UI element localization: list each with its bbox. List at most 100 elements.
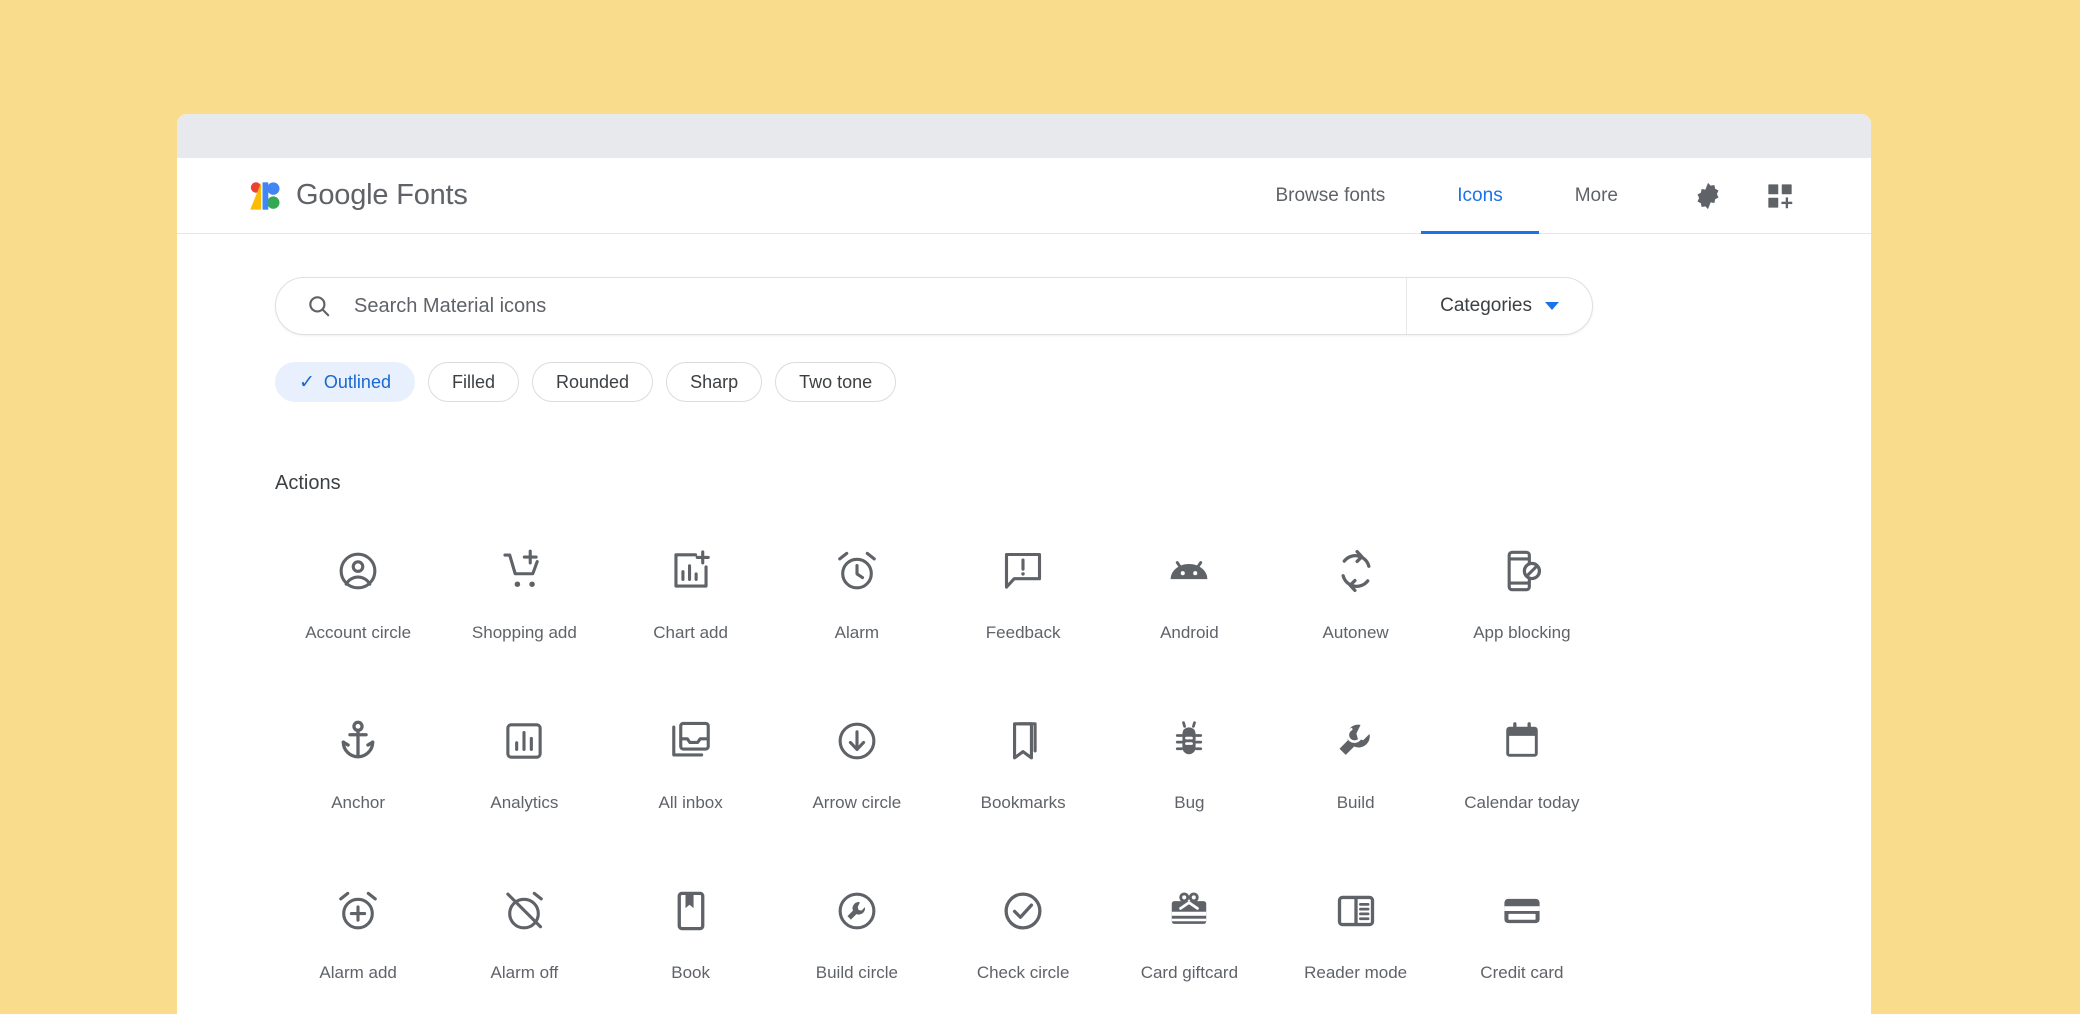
search-box[interactable] (276, 278, 1407, 334)
icon-label: Alarm (835, 623, 879, 643)
brand-google: Google (296, 179, 388, 211)
icon-label: Feedback (986, 623, 1061, 643)
icon-label: Reader mode (1304, 963, 1407, 983)
brand[interactable]: Google Fonts (249, 179, 468, 212)
alarm-add-icon (332, 885, 384, 937)
icon-label: Build circle (816, 963, 898, 983)
icon-cell[interactable]: Chart add (608, 523, 774, 693)
icon-label: All inbox (658, 793, 722, 813)
brand-fonts: Fonts (396, 179, 468, 211)
icon-cell[interactable]: Build circle (774, 863, 940, 1014)
anchor-icon (332, 715, 384, 767)
alarm-icon (831, 545, 883, 597)
chevron-down-icon (1545, 302, 1559, 310)
icon-cell[interactable]: Build (1273, 693, 1439, 863)
nav-more[interactable]: More (1539, 158, 1654, 234)
bug-icon (1163, 715, 1215, 767)
icon-label: Shopping add (472, 623, 577, 643)
chip-label: Filled (452, 372, 495, 393)
icon-cell[interactable]: Credit card (1439, 863, 1605, 1014)
icon-cell[interactable]: Bug (1106, 693, 1272, 863)
icon-cell[interactable]: Calendar today (1439, 693, 1605, 863)
site-header: Google Fonts Browse fonts Icons More (177, 158, 1871, 234)
icon-label: Bookmarks (981, 793, 1066, 813)
icon-cell[interactable]: Account circle (275, 523, 441, 693)
icon-label: Android (1160, 623, 1219, 643)
icon-label: Analytics (490, 793, 558, 813)
nav-icons[interactable]: Icons (1421, 158, 1538, 234)
all-inbox-icon (665, 715, 717, 767)
categories-dropdown[interactable]: Categories (1407, 278, 1592, 334)
icon-cell[interactable]: Analytics (441, 693, 607, 863)
icon-grid: Account circle Shopping add (275, 523, 1605, 1014)
credit-card-icon (1496, 885, 1548, 937)
nav-browse-fonts[interactable]: Browse fonts (1239, 158, 1421, 234)
reader-mode-icon (1330, 885, 1382, 937)
header-icon-group (1692, 180, 1796, 212)
browser-window: Google Fonts Browse fonts Icons More (177, 114, 1871, 1014)
icon-cell[interactable]: Alarm (774, 523, 940, 693)
chip-rounded[interactable]: Rounded (532, 362, 653, 402)
search-icon (306, 293, 332, 319)
search-area: Categories ✓ Outlined Filled Rounded Sha… (177, 234, 1871, 402)
icon-cell[interactable]: Anchor (275, 693, 441, 863)
icon-label: Alarm add (319, 963, 396, 983)
chip-outlined[interactable]: ✓ Outlined (275, 362, 415, 402)
icon-label: Credit card (1480, 963, 1563, 983)
app-blocking-icon (1496, 545, 1548, 597)
chip-sharp[interactable]: Sharp (666, 362, 762, 402)
icon-cell[interactable]: Arrow circle (774, 693, 940, 863)
icon-label: App blocking (1473, 623, 1570, 643)
icon-cell[interactable]: Alarm off (441, 863, 607, 1014)
icon-cell[interactable]: Shopping add (441, 523, 607, 693)
chart-add-icon (665, 545, 717, 597)
main-nav: Browse fonts Icons More (1239, 158, 1654, 234)
section-title-actions: Actions (275, 472, 1871, 495)
icon-cell[interactable]: Android (1106, 523, 1272, 693)
icon-label: Alarm off (491, 963, 559, 983)
check-icon: ✓ (299, 373, 315, 392)
check-circle-icon (997, 885, 1049, 937)
analytics-icon (498, 715, 550, 767)
search-input[interactable] (354, 295, 1406, 318)
categories-label: Categories (1440, 295, 1532, 317)
icon-cell[interactable]: All inbox (608, 693, 774, 863)
chip-label: Outlined (324, 372, 391, 393)
icon-cell[interactable]: Autonew (1273, 523, 1439, 693)
icon-label: Chart add (653, 623, 728, 643)
icon-label: Build (1337, 793, 1375, 813)
card-giftcard-icon (1163, 885, 1215, 937)
icon-cell[interactable]: Bookmarks (940, 693, 1106, 863)
alarm-off-icon (498, 885, 550, 937)
icon-cell[interactable]: Reader mode (1273, 863, 1439, 1014)
icon-cell[interactable]: Feedback (940, 523, 1106, 693)
apps-add-icon[interactable] (1764, 180, 1796, 212)
icon-label: Account circle (305, 623, 411, 643)
icon-label: Check circle (977, 963, 1070, 983)
build-icon (1330, 715, 1382, 767)
book-icon (665, 885, 717, 937)
brand-title: Google Fonts (296, 179, 468, 212)
android-icon (1163, 545, 1215, 597)
chip-label: Sharp (690, 372, 738, 393)
calendar-today-icon (1496, 715, 1548, 767)
shopping-add-icon (498, 545, 550, 597)
icon-cell[interactable]: Check circle (940, 863, 1106, 1014)
google-fonts-logo-icon (249, 180, 283, 212)
chip-two-tone[interactable]: Two tone (775, 362, 896, 402)
search-row: Categories (275, 277, 1593, 335)
chip-label: Two tone (799, 372, 872, 393)
arrow-circle-down-icon (831, 715, 883, 767)
icon-cell[interactable]: Alarm add (275, 863, 441, 1014)
browser-titlebar (177, 114, 1871, 158)
icon-cell[interactable]: Card giftcard (1106, 863, 1272, 1014)
icon-cell[interactable]: Book (608, 863, 774, 1014)
icon-label: Card giftcard (1141, 963, 1238, 983)
feedback-icon (997, 545, 1049, 597)
dark-mode-icon[interactable] (1692, 180, 1724, 212)
style-filter-chips: ✓ Outlined Filled Rounded Sharp Two tone (275, 362, 1871, 402)
chip-filled[interactable]: Filled (428, 362, 519, 402)
chip-label: Rounded (556, 372, 629, 393)
icon-label: Anchor (331, 793, 385, 813)
icon-cell[interactable]: App blocking (1439, 523, 1605, 693)
